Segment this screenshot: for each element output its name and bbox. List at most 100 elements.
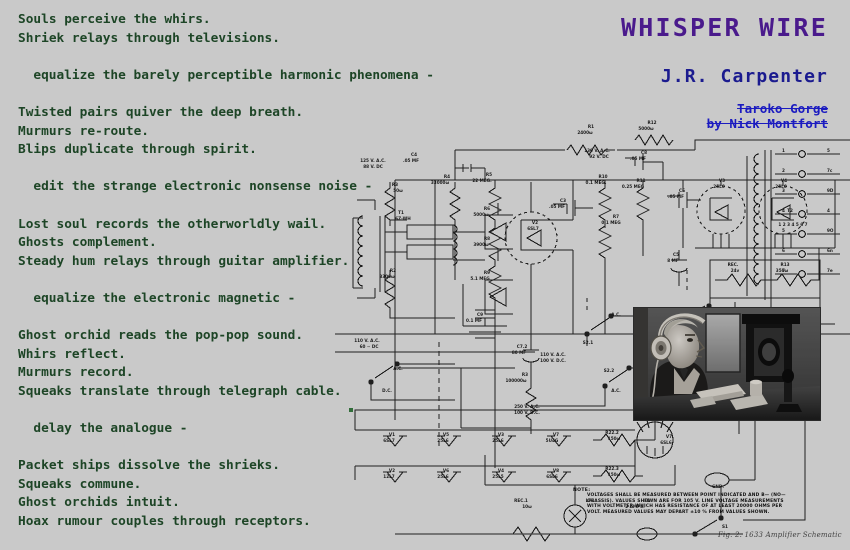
schematic-component-label: 0.1 MEG.: [586, 180, 607, 185]
note-line: VOLT. MEASURED VALUES MAY DEPART ±10 % F…: [587, 509, 770, 515]
schematic-component-label: 100 V. D.C.: [514, 410, 540, 415]
schematic-component-label: A.C.: [611, 312, 621, 317]
page-title: WHISPER WIRE: [620, 13, 828, 42]
schematic-component-label: R4: [444, 174, 450, 179]
schematic-component-label: R22.3: [605, 466, 619, 471]
schematic-component-label: C3: [560, 198, 566, 203]
schematic-component-label: V4: [781, 178, 787, 183]
schematic-component-label: 1 2 3 4 5 6 7: [778, 222, 807, 227]
poem-command-line: equalize the electronic magnetic -: [33, 290, 296, 306]
schematic-component-label: C7.2: [517, 344, 528, 349]
schematic-component-label: 0.25 MEG: [622, 184, 645, 189]
poem-line: Ghost orchid reads the pop-pop sound.: [18, 328, 304, 344]
schematic-component-label: R10: [598, 174, 607, 179]
terminal-number: 5: [827, 148, 830, 153]
schematic-component-label: R13: [780, 262, 789, 267]
schematic-component-label: C8: [641, 150, 647, 155]
terminal-number: 2: [782, 168, 785, 173]
poem-line: Whirs reflect.: [18, 346, 126, 362]
poem-line: Hoax rumour couples through receptors.: [18, 514, 311, 530]
terminal-number: 4: [782, 208, 785, 213]
schematic-component-label: .05 MF: [668, 194, 684, 199]
schematic-component-label: .05 MF: [549, 204, 565, 209]
schematic-component-label: 25L5: [492, 474, 503, 479]
schematic-component-label: 100 V. D.C.: [540, 358, 566, 363]
poem-line: Packet ships dissolve the shrieks.: [18, 458, 280, 474]
schematic-component-label: R22.2: [605, 430, 619, 435]
poem-line: Ghosts complement.: [18, 235, 157, 251]
schematic-component-label: 6SL7: [527, 226, 539, 231]
schematic-component-label: 250 V. A.C.: [514, 404, 540, 409]
schematic-component-label: 5.1 MEG: [470, 276, 490, 281]
schematic-component-label: R6: [484, 206, 490, 211]
note-body: VOLTAGES SHALL BE MEASURED BETWEEN POINT…: [573, 493, 803, 515]
schematic-component-label: R8: [484, 236, 490, 241]
terminal-number: 7: [782, 268, 785, 273]
schematic-component-label: V7: [666, 434, 672, 439]
terminal-number: 7c: [827, 168, 833, 173]
author-byline: J.R. Carpenter: [660, 66, 828, 87]
schematic-component-label: REC.: [728, 262, 739, 267]
schematic-component-label: C6: [679, 188, 685, 193]
schematic-component-label: C9: [477, 312, 483, 317]
source-author-link[interactable]: by Nick Montfort: [621, 116, 828, 131]
schematic-component-label: S2.1: [583, 340, 594, 345]
schematic-component-label: REC.1: [514, 498, 528, 503]
schematic-component-label: 33000ω: [431, 180, 450, 185]
schematic-component-label: 25L6: [713, 184, 724, 189]
schematic-component-label: V4: [498, 468, 504, 473]
poem-stanza: Ghost orchid reads the pop-pop sound. Whi…: [18, 327, 418, 401]
schematic-component-label: V2: [532, 220, 538, 225]
schematic-component-label: 6SL6: [546, 474, 558, 479]
schematic-component-label: V5: [443, 432, 449, 437]
schematic-component-label: S1: [722, 524, 728, 529]
poem-stanza: Souls perceive the whirs. Shriek relays t…: [18, 11, 418, 48]
schematic-component-label: 3900ω: [473, 242, 489, 247]
generated-poem-text: Souls perceive the whirs. Shriek relays t…: [18, 11, 434, 550]
schematic-component-label: 100000ω: [505, 378, 526, 383]
poem-stanza: delay the analogue -: [18, 420, 418, 439]
poem-line: Shriek relays through televisions.: [18, 30, 280, 46]
poem-line: Murmurs re-route.: [18, 123, 149, 139]
schematic-component-label: R9: [484, 270, 490, 275]
poem-line: Souls perceive the whirs.: [18, 12, 211, 27]
terminal-number: 4: [827, 208, 830, 213]
poem-line: Twisted pairs quiver the deep breath.: [18, 104, 304, 120]
schematic-component-label: 25L6: [437, 474, 448, 479]
schematic-component-label: 5U4G: [546, 438, 559, 443]
schematic-component-label: .05 MF: [630, 156, 646, 161]
poem-line: Squeaks translate through telegraph cabl…: [18, 383, 342, 399]
schematic-component-label: S2.2: [604, 368, 615, 373]
vintage-radio-operator-photo: [633, 307, 821, 421]
schematic-component-label: 0.1 MEG: [601, 220, 621, 225]
poem-line: Murmurs record.: [18, 365, 134, 381]
schematic-component-label: T2: [787, 208, 793, 213]
terminal-number: 1: [782, 148, 785, 153]
schematic-component-label: V6: [443, 468, 449, 473]
schematic-component-label: V3: [498, 432, 504, 437]
schematic-component-label: 22 MEG.: [472, 178, 492, 183]
schematic-component-label: 6SL6: [660, 440, 672, 445]
schematic-component-label: A.C.: [611, 388, 621, 393]
schematic-component-label: 130 V. A.C.: [584, 148, 610, 153]
schematic-component-label: R3: [522, 372, 528, 377]
source-work-link[interactable]: Taroko Gorge: [621, 101, 828, 116]
note-line: VOLTAGES SHALL BE MEASURED BETWEEN POINT…: [587, 493, 786, 498]
schematic-component-label: R5: [486, 172, 492, 177]
schematic-component-label: R7: [613, 214, 619, 219]
schematic-note-block: NOTE: VOLTAGES SHALL BE MEASURED BETWEEN…: [573, 488, 803, 515]
schematic-component-label: 25L6: [437, 438, 448, 443]
poem-stanza: Twisted pairs quiver the deep breath. Mur…: [18, 104, 418, 160]
poem-stanza: Lost soul records the otherworldly wail.…: [18, 216, 418, 272]
poem-canvas: 125 V. A.C. 88 V. DC C4.05 MF R4 33000ω R5 22 …: [0, 0, 850, 550]
schematic-component-label: 0.1 MF: [466, 318, 482, 323]
poem-line: Lost soul records the otherworldly wail.: [18, 216, 327, 232]
title-block: WHISPER WIRE J.R. Carpenter Taroko Gorge…: [620, 13, 828, 132]
schematic-component-label: R1: [588, 124, 594, 129]
poem-line: Squeaks commune.: [18, 476, 142, 492]
schematic-component-label: 80 MF: [512, 350, 526, 355]
schematic-component-label: C5: [673, 252, 679, 257]
schematic-component-label: 2400ω: [577, 130, 593, 135]
terminal-number: 7e: [827, 268, 833, 273]
schematic-component-label: 150ω: [608, 436, 621, 441]
